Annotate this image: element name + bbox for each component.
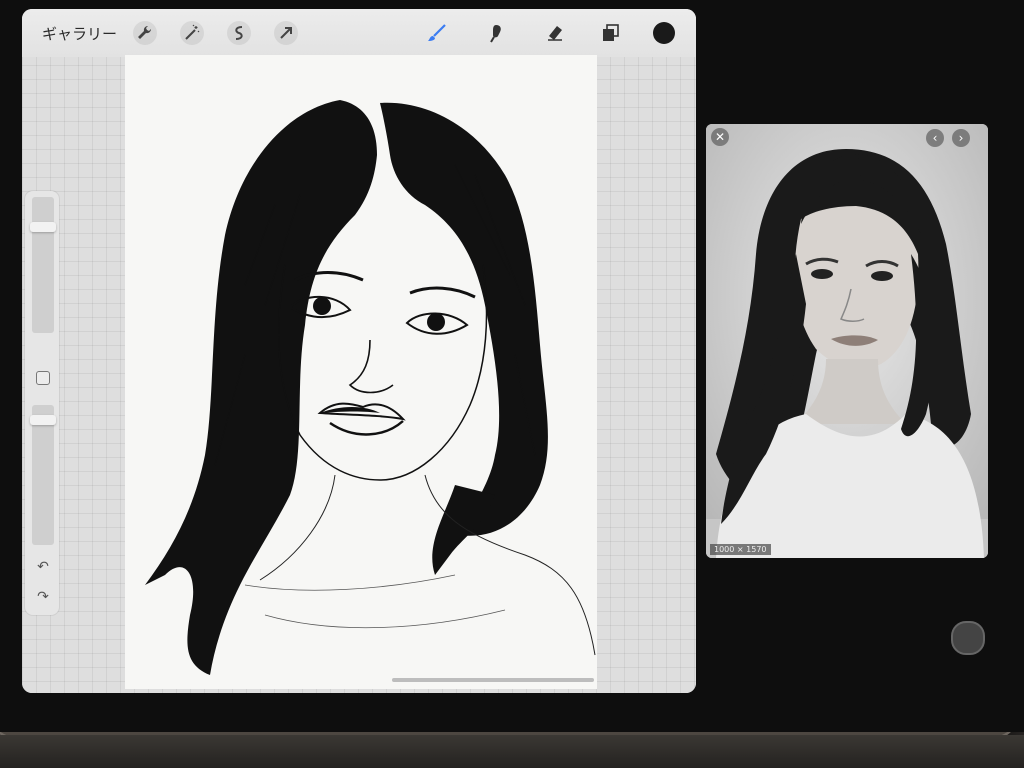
opacity-handle[interactable]	[30, 415, 56, 426]
reference-photo	[706, 124, 988, 558]
image-dimensions-label: 1000 × 1570	[710, 544, 771, 555]
magic-wand-icon[interactable]	[180, 21, 204, 45]
opacity-slider[interactable]	[32, 405, 54, 545]
drawing-canvas[interactable]	[125, 55, 597, 689]
eraser-icon[interactable]	[543, 21, 567, 45]
wrench-icon[interactable]	[133, 21, 157, 45]
portrait-sketch	[145, 100, 596, 675]
modify-button[interactable]	[36, 371, 50, 385]
ipad-screen: ギャラリー ↶ ↷ ✕ ‹ › 1000 × 1570	[0, 0, 1024, 732]
brush-icon[interactable]	[425, 21, 449, 45]
color-picker-button[interactable]	[653, 22, 675, 44]
reference-window: ✕ ‹ › 1000 × 1570	[706, 124, 988, 558]
close-icon[interactable]: ✕	[711, 128, 729, 146]
selection-icon[interactable]	[227, 21, 251, 45]
smudge-icon[interactable]	[485, 21, 509, 45]
chevron-left-icon[interactable]: ‹	[926, 129, 944, 147]
keyboard-cover	[0, 735, 1024, 768]
layers-icon[interactable]	[598, 21, 622, 45]
scroll-indicator	[392, 678, 594, 682]
redo-icon[interactable]: ↷	[35, 589, 51, 605]
gallery-button[interactable]: ギャラリー	[42, 23, 117, 44]
top-toolbar: ギャラリー	[22, 9, 696, 57]
procreate-window: ギャラリー ↶ ↷	[22, 9, 696, 693]
assistive-touch-button[interactable]	[951, 621, 985, 655]
brush-size-handle[interactable]	[30, 222, 56, 233]
undo-icon[interactable]: ↶	[35, 559, 51, 575]
chevron-right-icon[interactable]: ›	[952, 129, 970, 147]
brush-size-slider[interactable]	[32, 197, 54, 333]
brush-sliders-panel: ↶ ↷	[25, 191, 59, 615]
transform-icon[interactable]	[274, 21, 298, 45]
